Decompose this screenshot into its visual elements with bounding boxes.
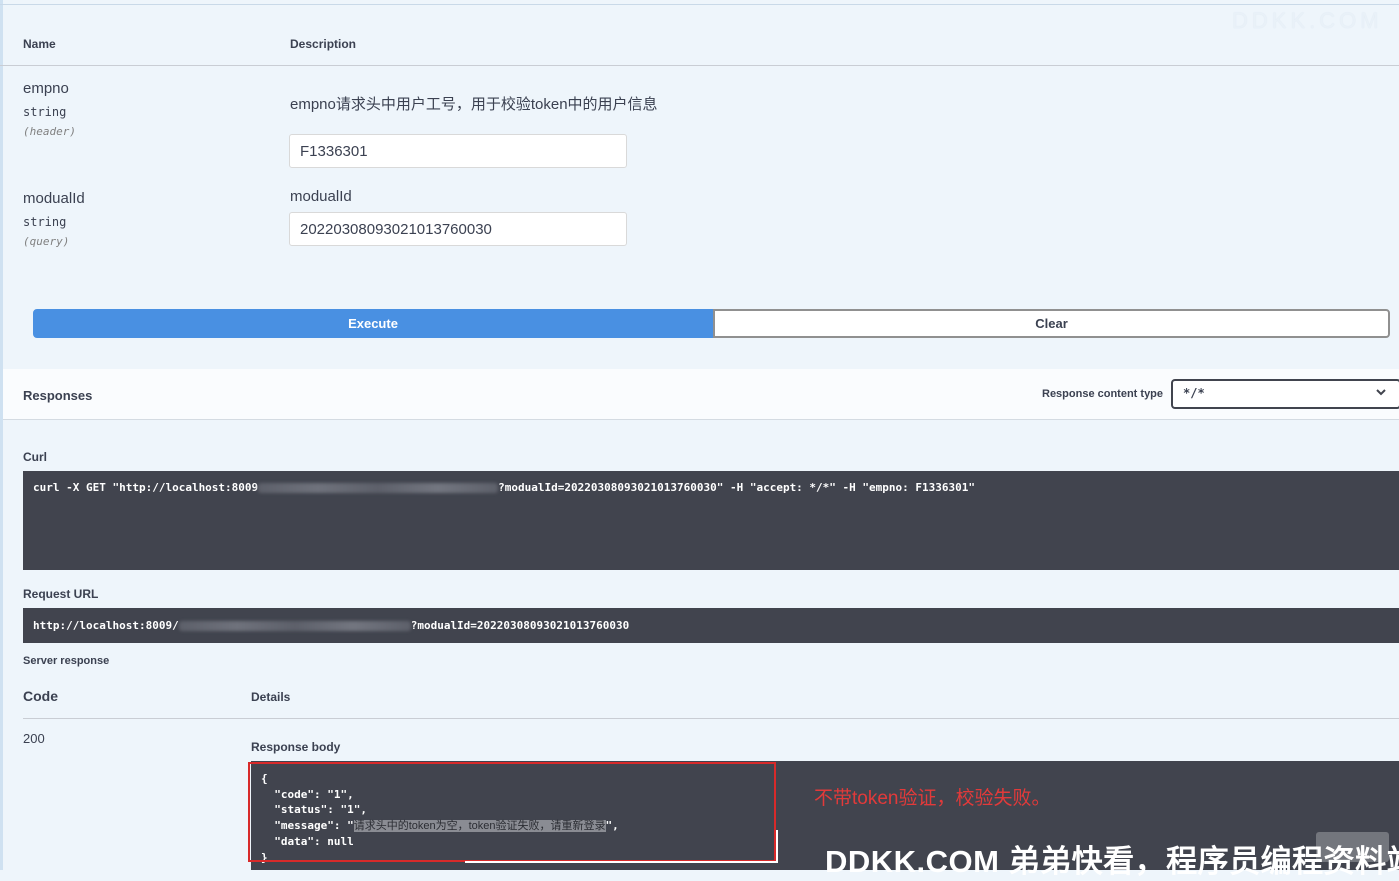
responses-title: Responses	[23, 388, 93, 403]
top-divider	[0, 4, 1399, 5]
annotation-line	[465, 861, 777, 863]
highlight-box	[248, 762, 776, 862]
server-response-header: Code Details	[23, 684, 1399, 719]
server-response-label: Server response	[23, 655, 110, 667]
faint-watermark: DDKK.COM	[1232, 8, 1383, 33]
curl-prefix: curl -X GET "http://localhost:8009	[33, 481, 259, 494]
redacted-path	[258, 483, 499, 493]
request-url: http://localhost:8009/ ?modualId=20220308…	[23, 608, 1399, 643]
responses-header: Responses Response content type */*	[3, 369, 1399, 420]
parameters-header: Name Description	[0, 33, 1399, 66]
curl-suffix: ?modualId=20220308093021013760030" -H "a…	[498, 481, 975, 494]
curl-label: Curl	[23, 450, 47, 464]
left-border	[0, 0, 3, 870]
chevron-down-icon	[1375, 386, 1387, 401]
description-column-header: Description	[290, 37, 357, 51]
response-content-type-select[interactable]: */*	[1171, 379, 1399, 409]
param-modualid-description: modualId	[290, 188, 352, 205]
request-url-prefix: http://localhost:8009/	[33, 619, 179, 632]
name-column-header: Name	[23, 37, 56, 51]
request-url-suffix: ?modualId=20220308093021013760030	[410, 619, 630, 632]
param-empno-location: (header)	[23, 125, 76, 138]
empno-input[interactable]	[289, 134, 627, 168]
param-empno-description: empno请求头中用户工号，用于校验token中的用户信息	[290, 96, 658, 113]
code-column-header: Code	[23, 688, 58, 704]
param-modualid-location: (query)	[23, 235, 70, 248]
param-modualid-name: modualId	[23, 190, 85, 207]
param-empno-type: string	[23, 105, 67, 119]
curl-command: curl -X GET "http://localhost:8009 ?modua…	[23, 471, 1399, 570]
details-column-header: Details	[251, 690, 291, 704]
param-empno-name: empno	[23, 80, 69, 97]
request-url-label: Request URL	[23, 587, 99, 601]
modualid-input[interactable]	[289, 212, 627, 246]
response-content-type-value: */*	[1183, 386, 1205, 400]
watermark-text: DDKK.COM 弟弟快看，程序员编程资料站	[825, 844, 1399, 879]
response-code: 200	[23, 731, 45, 746]
response-body-label: Response body	[251, 740, 341, 754]
annotation-text: 不带token验证，校验失败。	[814, 788, 1051, 809]
annotation-line	[776, 830, 778, 863]
redacted-path	[178, 621, 411, 631]
execute-button[interactable]: Execute	[33, 309, 713, 338]
param-modualid-type: string	[23, 215, 67, 229]
clear-button[interactable]: Clear	[713, 309, 1390, 338]
response-content-type-label: Response content type	[1042, 388, 1164, 400]
